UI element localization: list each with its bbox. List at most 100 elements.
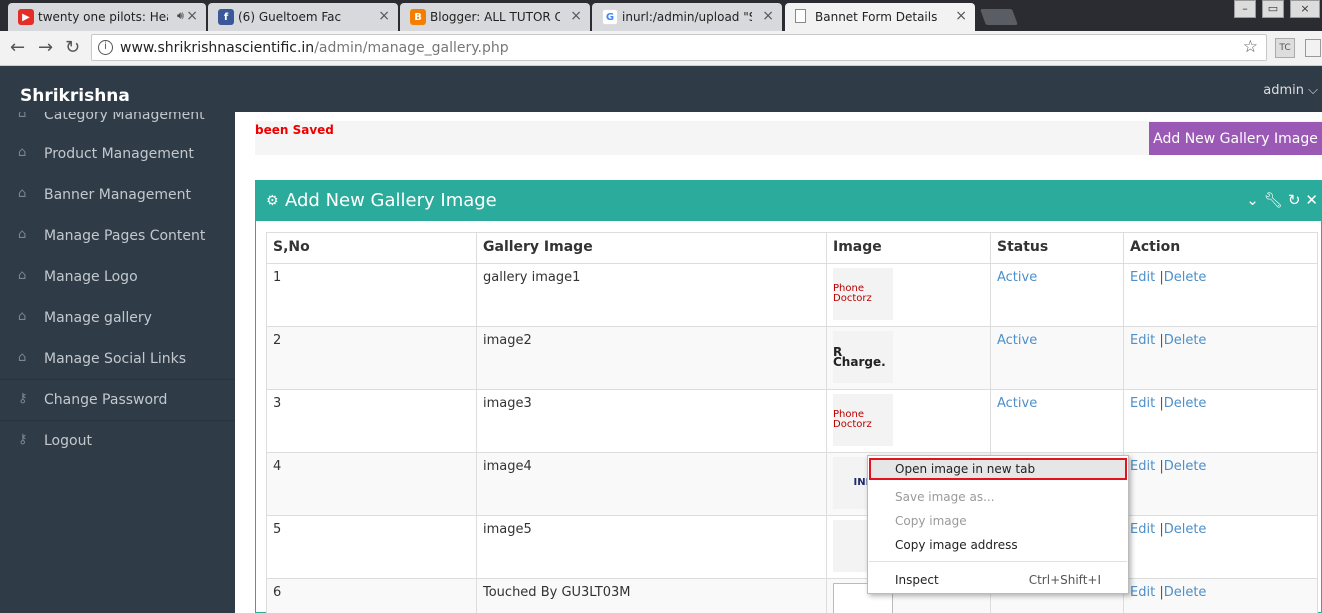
edit-link[interactable]: Edit [1130, 585, 1155, 600]
column-header: Image [826, 232, 991, 264]
copy-image-item[interactable]: Copy image [869, 510, 1127, 532]
sidebar-item-logout[interactable]: ⚷ Logout [0, 420, 235, 461]
new-tab-button[interactable] [980, 9, 1018, 25]
info-icon[interactable]: i [98, 40, 113, 55]
name-cell: image5 [476, 515, 827, 579]
edit-link[interactable]: Edit [1130, 333, 1155, 348]
sidebar-item-manage-logo[interactable]: ⌂ Manage Logo [0, 256, 235, 297]
user-menu[interactable]: admin ⌵ [1263, 83, 1318, 98]
browser-tab[interactable]: B Blogger: ALL TUTOR CYB × [400, 3, 590, 31]
save-image-as-item[interactable]: Save image as... [869, 486, 1127, 508]
minimize-icon[interactable]: – [1234, 0, 1256, 18]
collapse-icon[interactable]: ⌄ [1246, 191, 1264, 209]
status-cell: Active [990, 389, 1124, 453]
sno-cell: 2 [266, 326, 477, 390]
gallery-thumbnail[interactable]: Phone Doctorz [833, 394, 893, 446]
address-bar: ← → ↻ i www.shrikrishnascientific.in/adm… [0, 31, 1322, 66]
wrench-icon[interactable]: 🔧︎ [1264, 191, 1288, 209]
bookmark-star-icon[interactable]: ☆ [1243, 37, 1258, 57]
status-link[interactable]: Active [997, 270, 1037, 285]
home-icon: ⌂ [18, 309, 27, 324]
status-link[interactable]: Active [997, 396, 1037, 411]
open-image-new-tab-item[interactable]: Open image in new tab [869, 458, 1127, 480]
delete-link[interactable]: Delete [1164, 459, 1207, 474]
sidebar-item-manage-pages-content[interactable]: ⌂ Manage Pages Content [0, 215, 235, 256]
panel-controls: ⌄🔧︎↻✕ [1246, 191, 1322, 209]
sidebar-item-product-management[interactable]: ⌂ Product Management [0, 133, 235, 174]
sidebar-item-category-management[interactable]: ⌂ Category Management [0, 112, 235, 135]
sidebar-item-manage-gallery[interactable]: ⌂ Manage gallery [0, 297, 235, 338]
brand-logo[interactable]: Shrikrishna [20, 86, 130, 106]
delete-link[interactable]: Delete [1164, 270, 1207, 285]
status-cell: Active [990, 263, 1124, 327]
image-cell: Phone Doctorz [826, 389, 991, 453]
extension-icon[interactable] [1305, 39, 1321, 57]
name-cell: Touched By GU3LT03M [476, 578, 827, 613]
status-link[interactable]: Active [997, 333, 1037, 348]
url-domain: www.shrikrishnascientific.in [120, 39, 315, 56]
sidebar-item-banner-management[interactable]: ⌂ Banner Management [0, 174, 235, 215]
browser-tab-active[interactable]: Bannet Form Details × [785, 3, 975, 31]
table-row: 6 Touched By GU3LT03M Edit |Delete [266, 578, 1318, 613]
tab-title: (6) Gueltoem Fac [238, 10, 342, 24]
action-cell: Edit |Delete [1123, 389, 1318, 453]
sidebar-item-manage-social-links[interactable]: ⌂ Manage Social Links [0, 338, 235, 379]
back-icon[interactable]: ← [10, 37, 25, 58]
forward-icon[interactable]: → [38, 37, 53, 58]
sidebar-item-label: Product Management [44, 145, 194, 162]
action-cell: Edit |Delete [1123, 578, 1318, 613]
browser-tab[interactable]: ▶ twenty one pilots: Hea 🔊︎ × [8, 3, 206, 31]
home-icon: ⌂ [18, 186, 27, 201]
sidebar-item-label: Manage Pages Content [44, 227, 206, 244]
page-icon [795, 9, 806, 23]
youtube-icon: ▶ [18, 9, 34, 25]
inspect-item[interactable]: Inspect Ctrl+Shift+I [869, 569, 1127, 591]
gallery-table: S,No Gallery Image Image Status Action 1… [266, 232, 1318, 613]
close-tab-icon[interactable]: × [186, 8, 198, 24]
close-tab-icon[interactable]: × [378, 8, 390, 24]
delete-link[interactable]: Delete [1164, 396, 1207, 411]
shortcut-label: Ctrl+Shift+I [1028, 573, 1101, 587]
gallery-thumbnail[interactable]: R Charge. [833, 331, 893, 383]
edit-link[interactable]: Edit [1130, 459, 1155, 474]
home-icon: ⌂ [18, 227, 27, 242]
close-tab-icon[interactable]: × [570, 8, 582, 24]
edit-link[interactable]: Edit [1130, 270, 1155, 285]
edit-link[interactable]: Edit [1130, 396, 1155, 411]
gallery-thumbnail[interactable]: Phone Doctorz [833, 268, 893, 320]
copy-image-address-item[interactable]: Copy image address [869, 534, 1127, 556]
facebook-icon: f [218, 9, 234, 25]
reload-icon[interactable]: ↻ [65, 37, 80, 58]
panel-header: ⚙ Add New Gallery Image ⌄🔧︎↻✕ [256, 181, 1322, 221]
delete-link[interactable]: Delete [1164, 522, 1207, 537]
browser-tab[interactable]: f (6) Gueltoem Fac × [208, 3, 398, 31]
menu-divider [869, 561, 1127, 562]
browser-tab[interactable]: G inurl:/admin/upload "SCI × [592, 3, 782, 31]
close-window-icon[interactable]: × [1290, 0, 1320, 18]
name-cell: gallery image1 [476, 263, 827, 327]
delete-link[interactable]: Delete [1164, 585, 1207, 600]
edit-link[interactable]: Edit [1130, 522, 1155, 537]
refresh-icon[interactable]: ↻ [1288, 191, 1306, 209]
browser-tab-strip: ▶ twenty one pilots: Hea 🔊︎ × f (6) Guel… [0, 0, 1322, 31]
add-gallery-image-button[interactable]: Add New Gallery Image [1149, 122, 1322, 155]
table-row: 5 image5 Edit |Delete [266, 515, 1318, 579]
delete-link[interactable]: Delete [1164, 333, 1207, 348]
close-icon[interactable]: ✕ [1305, 191, 1322, 209]
extension-icon[interactable]: TC [1275, 38, 1295, 58]
audio-icon[interactable]: 🔊︎ [177, 9, 184, 23]
table-row: 1 gallery image1 Phone Doctorz Active Ed… [266, 263, 1318, 327]
url-input[interactable]: i www.shrikrishnascientific.in/admin/man… [91, 34, 1267, 61]
tab-title: Bannet Form Details [815, 10, 938, 24]
key-icon: ⚷ [18, 391, 28, 406]
main-content: been Saved Add New Gallery Image ⚙ Add N… [235, 112, 1322, 613]
sidebar-item-change-password[interactable]: ⚷ Change Password [0, 379, 235, 420]
restore-icon[interactable]: ▭ [1262, 0, 1284, 18]
status-cell: Active [990, 326, 1124, 390]
image-cell: Phone Doctorz [826, 263, 991, 327]
close-tab-icon[interactable]: × [762, 8, 774, 24]
sno-cell: 1 [266, 263, 477, 327]
close-tab-icon[interactable]: × [955, 8, 967, 24]
panel-title: Add New Gallery Image [285, 190, 497, 211]
table-row: 4 image4 INF Edit |Delete [266, 452, 1318, 516]
